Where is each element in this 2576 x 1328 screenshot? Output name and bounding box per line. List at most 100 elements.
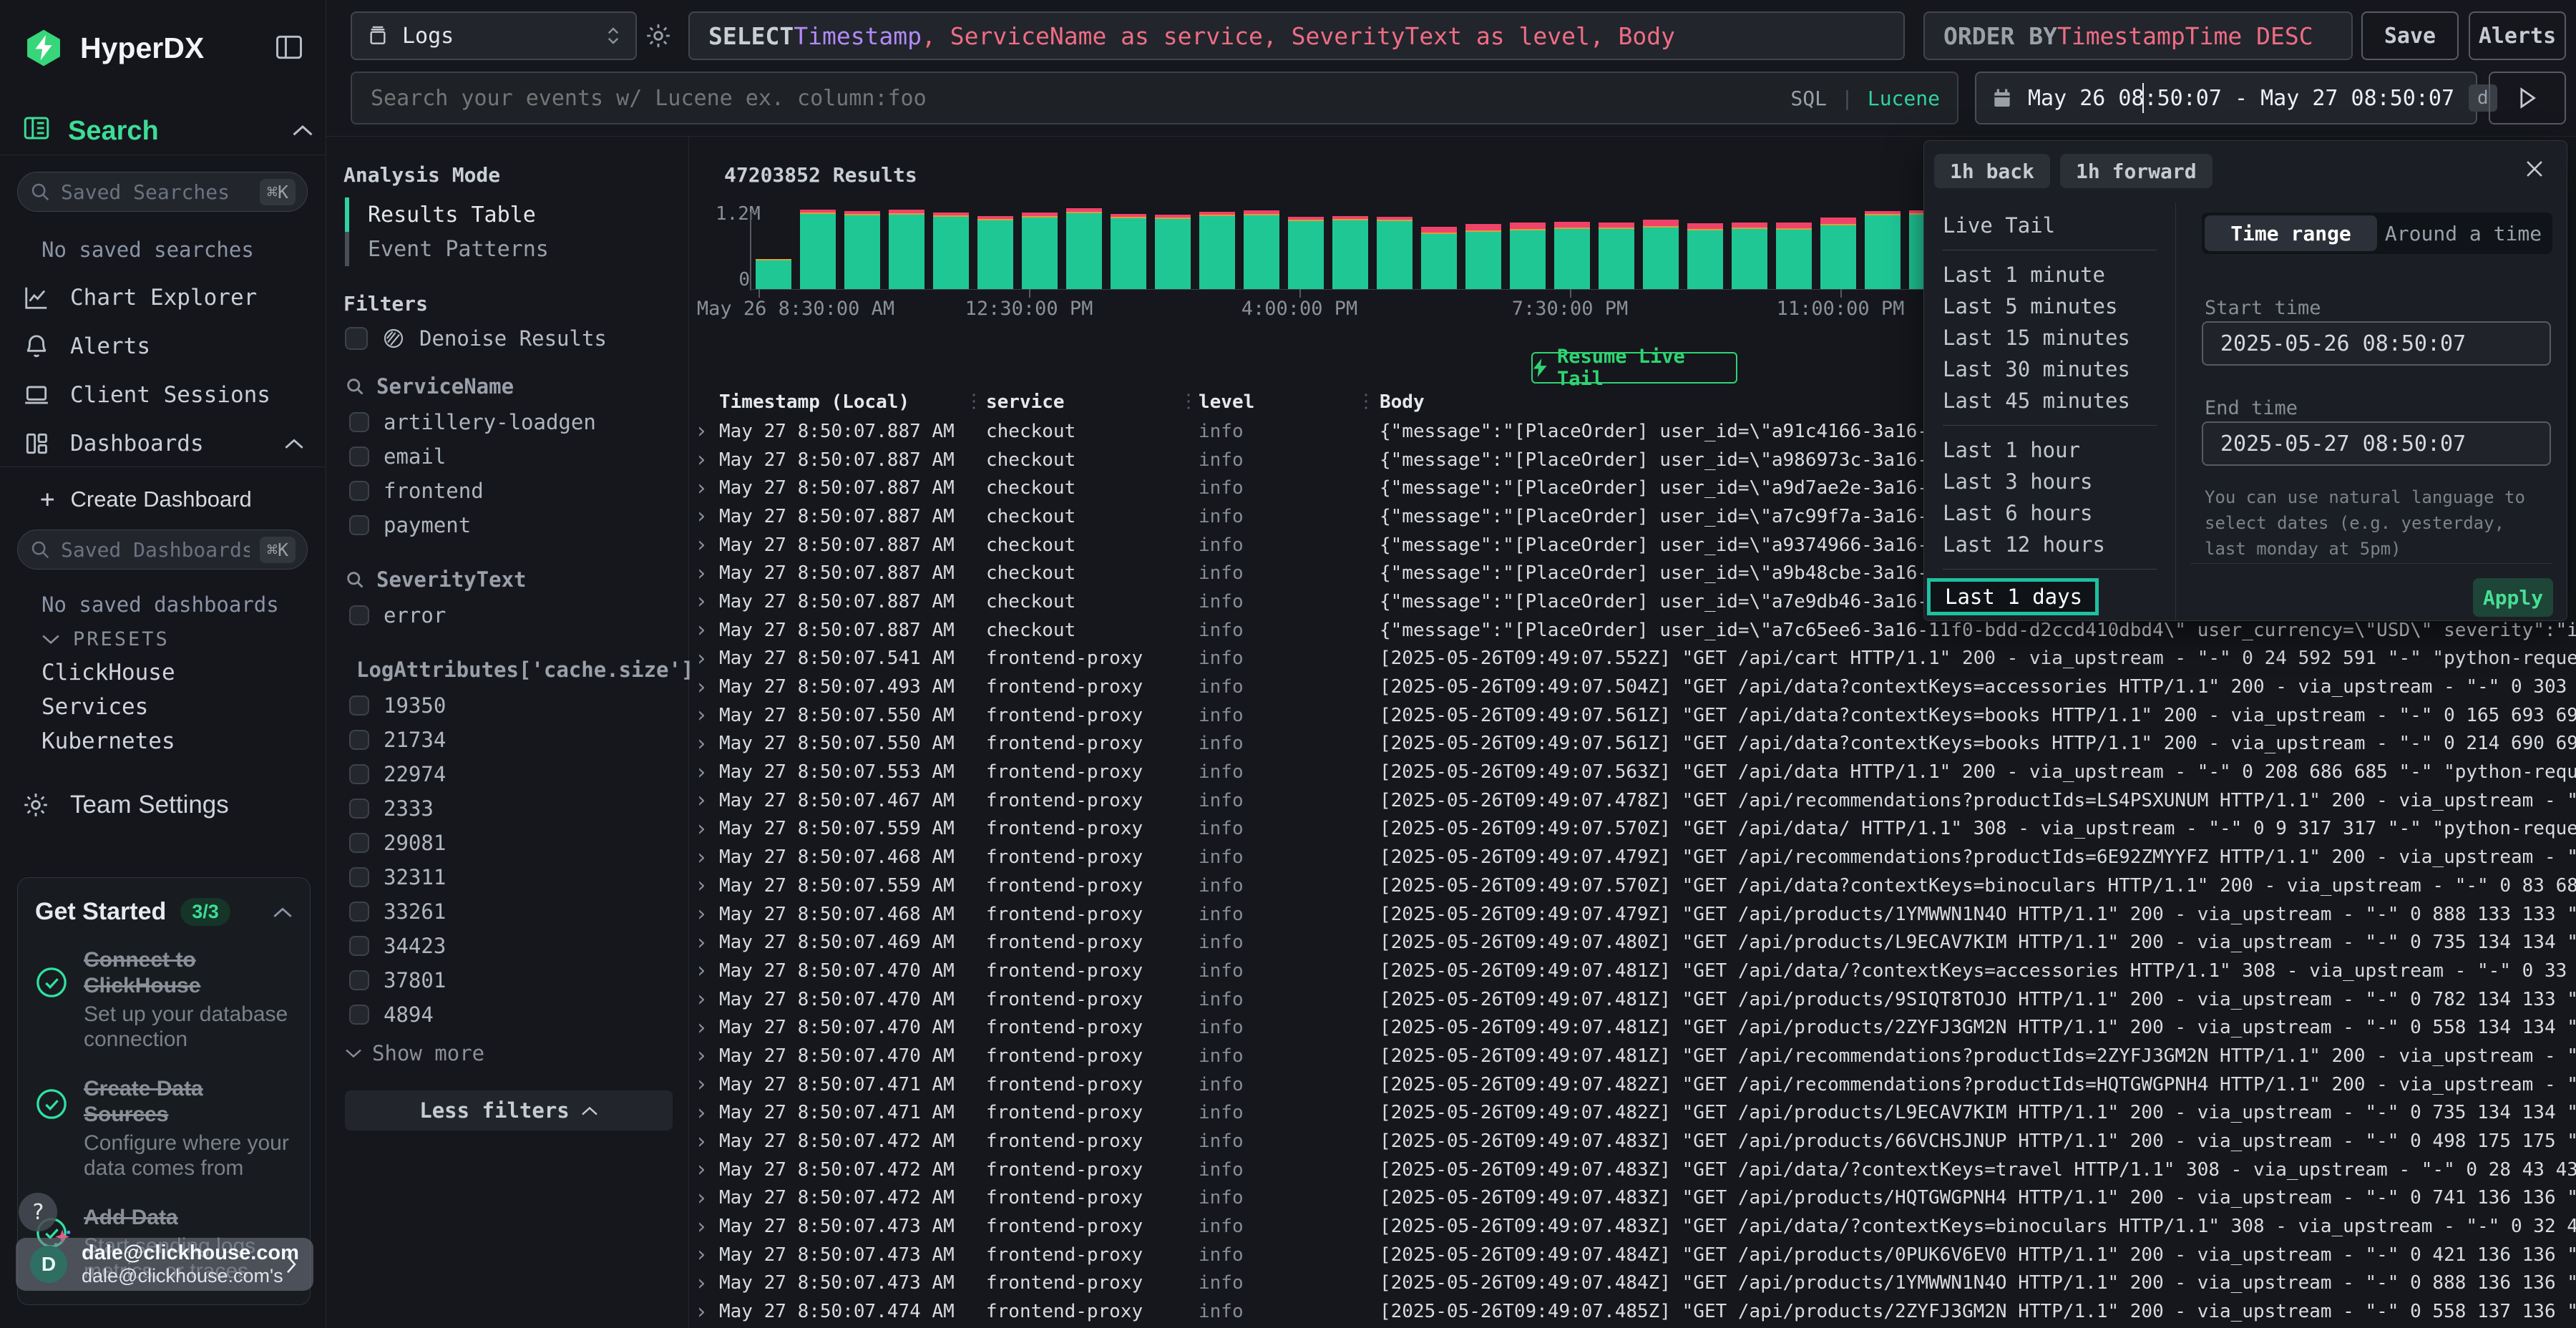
row-expand-chevron[interactable]: › xyxy=(689,476,719,501)
histogram-bar[interactable] xyxy=(889,210,924,289)
save-button[interactable]: Save xyxy=(2361,11,2459,60)
tab-event-patterns[interactable]: Event Patterns xyxy=(345,232,660,266)
row-expand-chevron[interactable]: › xyxy=(689,987,719,1012)
row-expand-chevron[interactable]: › xyxy=(689,902,719,927)
sidebar-item-alerts[interactable]: Alerts xyxy=(0,326,326,366)
sidebar-item-dashboards[interactable]: Dashboards xyxy=(0,424,326,464)
apply-button[interactable]: Apply xyxy=(2473,578,2553,617)
histogram-bar[interactable] xyxy=(1421,227,1457,289)
histogram-bar[interactable] xyxy=(1687,223,1723,289)
row-expand-chevron[interactable]: › xyxy=(689,703,719,728)
search-section-chevron-up-icon[interactable] xyxy=(292,123,313,137)
row-expand-chevron[interactable]: › xyxy=(689,788,719,813)
histogram-bar[interactable] xyxy=(800,210,836,289)
filter-value-row[interactable]: 37801 xyxy=(345,963,673,997)
start-time-input[interactable]: 2025-05-26 08:50:07 xyxy=(2202,321,2551,366)
column-resize-handle[interactable]: ⋮ xyxy=(1357,391,1375,412)
time-preset-last-1-minute[interactable]: Last 1 minute xyxy=(1924,259,2175,290)
table-row[interactable]: › May 27 8:50:07.469 AM frontend-proxy i… xyxy=(689,928,2576,957)
column-resize-handle[interactable]: ⋮ xyxy=(965,391,983,412)
row-expand-chevron[interactable]: › xyxy=(689,873,719,898)
col-level[interactable]: level xyxy=(1199,391,1380,413)
filter-checkbox[interactable] xyxy=(349,446,369,467)
source-select[interactable]: Logs xyxy=(351,11,637,60)
histogram-bar[interactable] xyxy=(1510,223,1546,289)
table-row[interactable]: › May 27 8:50:07.550 AM frontend-proxy i… xyxy=(689,730,2576,758)
dashboards-chevron-up-icon[interactable] xyxy=(284,437,304,450)
row-expand-chevron[interactable]: › xyxy=(689,1271,719,1296)
histogram-bar[interactable] xyxy=(977,216,1013,289)
presets-toggle[interactable]: PRESETS xyxy=(42,628,170,650)
time-preset-last-6-hours[interactable]: Last 6 hours xyxy=(1924,497,2175,529)
table-row[interactable]: › May 27 8:50:07.468 AM frontend-proxy i… xyxy=(689,843,2576,872)
col-timestamp[interactable]: Timestamp (Local) xyxy=(719,391,986,413)
row-expand-chevron[interactable]: › xyxy=(689,760,719,785)
help-button[interactable]: ? xyxy=(19,1193,57,1231)
time-preset-last-3-hours[interactable]: Last 3 hours xyxy=(1924,466,2175,497)
table-row[interactable]: › May 27 8:50:07.541 AM frontend-proxy i… xyxy=(689,645,2576,673)
saved-searches-input[interactable]: ⌘K xyxy=(17,172,308,212)
table-row[interactable]: › May 27 8:50:07.472 AM frontend-proxy i… xyxy=(689,1156,2576,1184)
preset-kubernetes[interactable]: Kubernetes xyxy=(42,728,175,754)
denoise-results-row[interactable]: Denoise Results xyxy=(345,326,607,351)
one-hour-back-button[interactable]: 1h back xyxy=(1934,154,2050,188)
table-row[interactable]: › May 27 8:50:07.467 AM frontend-proxy i… xyxy=(689,786,2576,815)
get-started-collapse-icon[interactable] xyxy=(273,906,293,919)
column-resize-handle[interactable]: ⋮ xyxy=(1179,391,1198,412)
row-expand-chevron[interactable]: › xyxy=(689,816,719,841)
histogram-bar[interactable] xyxy=(1155,215,1191,289)
table-row[interactable]: › May 27 8:50:07.550 AM frontend-proxy i… xyxy=(689,701,2576,730)
row-expand-chevron[interactable]: › xyxy=(689,504,719,529)
time-preset-last-1-days[interactable]: Last 1 days xyxy=(1927,578,2099,615)
denoise-checkbox[interactable] xyxy=(345,327,368,350)
row-expand-chevron[interactable]: › xyxy=(689,532,719,557)
less-filters-button[interactable]: Less filters xyxy=(345,1090,673,1131)
language-toggle-sql[interactable]: SQL xyxy=(1790,87,1827,110)
histogram-bar[interactable] xyxy=(1554,222,1590,289)
histogram-bar[interactable] xyxy=(1022,213,1058,289)
saved-dashboards-input[interactable]: ⌘K xyxy=(17,529,308,570)
resume-live-tail-button[interactable]: Resume Live Tail xyxy=(1531,352,1737,384)
filter-value-row[interactable]: error xyxy=(345,598,673,633)
search-events-field[interactable] xyxy=(369,85,1776,112)
time-preset-last-2-days[interactable]: Last 2 days xyxy=(1924,618,2175,621)
filter-checkbox[interactable] xyxy=(349,1005,369,1025)
sidebar-item-client-sessions[interactable]: Client Sessions xyxy=(0,375,326,415)
row-expand-chevron[interactable]: › xyxy=(689,617,719,643)
run-query-button[interactable] xyxy=(2489,72,2566,125)
tab-around-a-time[interactable]: Around a time xyxy=(2377,215,2550,251)
date-range-input[interactable]: May 26 08:50:07 - May 27 08:50:07 d xyxy=(1975,72,2477,125)
end-time-input[interactable]: 2025-05-27 08:50:07 xyxy=(2202,421,2551,466)
table-row[interactable]: › May 27 8:50:07.472 AM frontend-proxy i… xyxy=(689,1184,2576,1213)
row-expand-chevron[interactable]: › xyxy=(689,1242,719,1267)
filter-checkbox[interactable] xyxy=(349,481,369,501)
time-preset-last-30-minutes[interactable]: Last 30 minutes xyxy=(1924,353,2175,385)
filter-value-row[interactable]: 19350 xyxy=(345,688,673,723)
table-row[interactable]: › May 27 8:50:07.471 AM frontend-proxy i… xyxy=(689,1099,2576,1128)
histogram-bar[interactable] xyxy=(1199,212,1235,289)
filter-value-row[interactable]: frontend xyxy=(345,474,673,508)
row-expand-chevron[interactable]: › xyxy=(689,447,719,472)
histogram-bar[interactable] xyxy=(1776,223,1812,289)
sql-select-input[interactable]: SELECT Timestamp, ServiceName as service… xyxy=(688,11,1905,60)
table-row[interactable]: › May 27 8:50:07.473 AM frontend-proxy i… xyxy=(689,1212,2576,1241)
filter-value-row[interactable]: 4894 xyxy=(345,997,673,1032)
row-expand-chevron[interactable]: › xyxy=(689,1015,719,1040)
row-expand-chevron[interactable]: › xyxy=(689,1100,719,1126)
sidebar-item-search[interactable]: Search xyxy=(68,116,159,147)
filter-checkbox[interactable] xyxy=(349,902,369,922)
row-expand-chevron[interactable]: › xyxy=(689,1214,719,1239)
row-expand-chevron[interactable]: › xyxy=(689,958,719,983)
filter-checkbox[interactable] xyxy=(349,799,369,819)
histogram-bar[interactable] xyxy=(1377,217,1413,289)
table-row[interactable]: › May 27 8:50:07.470 AM frontend-proxy i… xyxy=(689,957,2576,985)
sidebar-item-chart-explorer[interactable]: Chart Explorer xyxy=(0,278,326,318)
one-hour-forward-button[interactable]: 1h forward xyxy=(2060,154,2212,188)
table-row[interactable]: › May 27 8:50:07.468 AM frontend-proxy i… xyxy=(689,900,2576,929)
table-row[interactable]: › May 27 8:50:07.471 AM frontend-proxy i… xyxy=(689,1070,2576,1099)
row-expand-chevron[interactable]: › xyxy=(689,1157,719,1182)
tab-time-range[interactable]: Time range xyxy=(2205,215,2377,251)
time-preset-last-5-minutes[interactable]: Last 5 minutes xyxy=(1924,290,2175,322)
time-preset-last-45-minutes[interactable]: Last 45 minutes xyxy=(1924,385,2175,416)
filter-checkbox[interactable] xyxy=(349,730,369,750)
